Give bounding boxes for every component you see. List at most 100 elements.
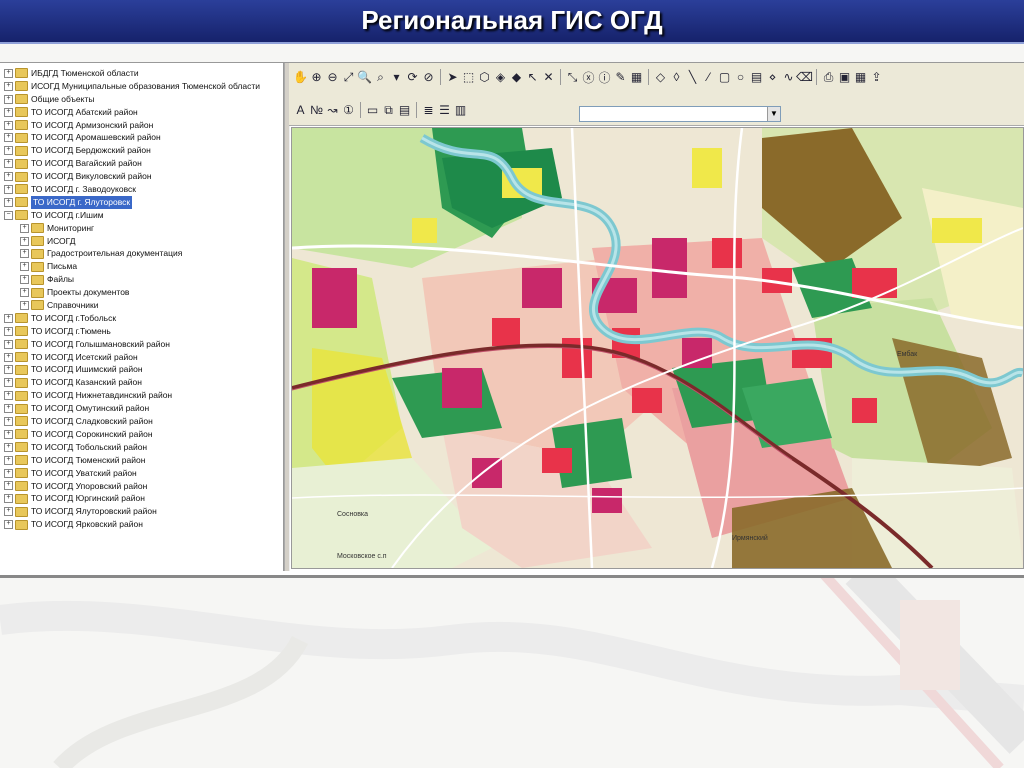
expand-icon[interactable]: + <box>20 249 29 259</box>
tree-node[interactable]: + Общие объекты <box>0 93 283 106</box>
expand-icon[interactable]: + <box>4 172 13 182</box>
tree-node[interactable]: + ТО ИСОГД Ялуторовский район <box>0 505 283 518</box>
info-icon[interactable]: ⓘ <box>597 70 612 85</box>
expand-icon[interactable]: + <box>4 81 13 91</box>
layer-tree-panel[interactable]: + ИБДГД Тюменской области + ИСОГД Муниципал… <box>0 63 284 571</box>
expand-icon[interactable]: + <box>20 288 29 298</box>
tree-node[interactable]: + ТО ИСОГД Исетский район <box>0 351 283 364</box>
refresh-icon[interactable]: ⟳ <box>405 70 420 85</box>
tree-node[interactable]: + ТО ИСОГД г. Ялуторовск <box>0 195 283 209</box>
select-arrow-icon[interactable]: ➤ <box>445 70 460 85</box>
tree-node[interactable]: + ТО ИСОГД Тобольский район <box>0 441 283 454</box>
panel-splitter[interactable] <box>284 63 290 571</box>
draw-slash-icon[interactable]: ⁄ <box>701 70 716 85</box>
tree-node[interactable]: + ИСОГД <box>0 235 283 248</box>
copy-icon[interactable]: ⧉ <box>381 103 396 118</box>
tree-node[interactable]: + ТО ИСОГД Юргинский район <box>0 492 283 505</box>
document-icon[interactable]: ▭ <box>365 103 380 118</box>
expand-icon[interactable]: + <box>4 468 13 478</box>
expand-icon[interactable]: + <box>4 429 13 439</box>
select-polygon-icon[interactable]: ⬡ <box>477 70 492 85</box>
tree-node[interactable]: + ТО ИСОГД Казанский район <box>0 376 283 389</box>
expand-icon[interactable]: + <box>20 275 29 285</box>
draw-vertex-icon[interactable]: ⋄ <box>765 70 780 85</box>
tree-node[interactable]: + ТО ИСОГД Армизонский район <box>0 119 283 132</box>
tree-node[interactable]: + Градостроительная документация <box>0 247 283 260</box>
expand-icon[interactable]: + <box>4 133 13 143</box>
zoom-out-icon[interactable]: ⊖ <box>325 70 340 85</box>
expand-icon[interactable]: + <box>4 455 13 465</box>
paste-icon[interactable]: ▤ <box>397 103 412 118</box>
draw-line-icon[interactable]: ╲ <box>685 70 700 85</box>
expand-icon[interactable]: + <box>4 68 13 78</box>
tree-node[interactable]: + Файлы <box>0 273 283 286</box>
draw-poly2-icon[interactable]: ◊ <box>669 70 684 85</box>
tree-node[interactable]: + ТО ИСОГД Сорокинский район <box>0 428 283 441</box>
map-canvas[interactable]: Ембак Московское с.п Сосновка Ирмянский <box>291 127 1024 569</box>
tree-node[interactable]: + Письма <box>0 260 283 273</box>
zoom-dropdown-icon[interactable]: ▾ <box>389 70 404 85</box>
draw-circle-icon[interactable]: ○ <box>733 70 748 85</box>
layer-combo-box[interactable]: ▼ <box>579 106 781 122</box>
table-icon[interactable]: ▦ <box>853 70 868 85</box>
draw-polygon-icon[interactable]: ◇ <box>653 70 668 85</box>
tree-node[interactable]: + ТО ИСОГД г.Тюмень <box>0 325 283 338</box>
export-icon[interactable]: ⇪ <box>869 70 884 85</box>
expand-icon[interactable]: + <box>4 442 13 452</box>
tree-node[interactable]: − ТО ИСОГД г.Ишим <box>0 209 283 222</box>
expand-icon[interactable]: + <box>4 352 13 362</box>
expand-icon[interactable]: + <box>4 313 13 323</box>
tree-node[interactable]: + ИСОГД Муниципальные образования Тюменск… <box>0 80 283 93</box>
tree-node[interactable]: + ТО ИСОГД Нижнетавдинский район <box>0 389 283 402</box>
select-by-icon[interactable]: ↖ <box>525 70 540 85</box>
expand-icon[interactable]: + <box>4 404 13 414</box>
expand-icon[interactable]: + <box>4 184 13 194</box>
zoom-extent-icon[interactable]: ⤢ <box>341 70 356 85</box>
expand-icon[interactable]: + <box>20 236 29 246</box>
tree-node[interactable]: + ТО ИСОГД Викуловский район <box>0 170 283 183</box>
measure-icon[interactable]: ⤡ <box>565 70 580 85</box>
expand-icon[interactable]: + <box>4 107 13 117</box>
tree-node[interactable]: + ТО ИСОГД Аромашевский район <box>0 131 283 144</box>
tree-node[interactable]: + Мониторинг <box>0 222 283 235</box>
select-clear-icon[interactable]: ✕ <box>541 70 556 85</box>
tree-node[interactable]: + ТО ИСОГД Голышмановский район <box>0 338 283 351</box>
tree-node[interactable]: + ТО ИСОГД г.Тобольск <box>0 312 283 325</box>
expand-icon[interactable]: + <box>4 159 13 169</box>
info-circle-icon[interactable]: ① <box>341 103 356 118</box>
expand-icon[interactable]: + <box>4 197 13 207</box>
tree-node[interactable]: + ТО ИСОГД Омутинский район <box>0 402 283 415</box>
route-icon[interactable]: ↝ <box>325 103 340 118</box>
scale-icon[interactable]: ▦ <box>629 70 644 85</box>
expand-icon[interactable]: + <box>4 481 13 491</box>
draw-grid-icon[interactable]: ▤ <box>749 70 764 85</box>
zoom-window-icon[interactable]: ⌕ <box>373 70 388 85</box>
tree-node[interactable]: + ТО ИСОГД Уватский район <box>0 467 283 480</box>
report-icon[interactable]: ☰ <box>437 103 452 118</box>
expand-icon[interactable]: + <box>4 391 13 401</box>
print-icon[interactable]: ⎙ <box>821 70 836 85</box>
tree-node[interactable]: + ТО ИСОГД Вагайский район <box>0 157 283 170</box>
expand-icon[interactable]: + <box>4 520 13 530</box>
zoom-select-icon[interactable]: 🔍 <box>357 70 372 85</box>
tree-node[interactable]: + ТО ИСОГД Ишимский район <box>0 363 283 376</box>
map-layers-icon[interactable]: ▣ <box>837 70 852 85</box>
stop-icon[interactable]: ⊘ <box>421 70 436 85</box>
expand-icon[interactable]: + <box>4 507 13 517</box>
expand-icon[interactable]: + <box>4 120 13 130</box>
tree-node[interactable]: + ТО ИСОГД Сладковский район <box>0 415 283 428</box>
draw-rect-icon[interactable]: ▢ <box>717 70 732 85</box>
tree-node[interactable]: + ТО ИСОГД г. Заводоуковск <box>0 183 283 196</box>
tree-node[interactable]: + ТО ИСОГД Бердюжский район <box>0 144 283 157</box>
tree-node[interactable]: + ТО ИСОГД Ярковский район <box>0 518 283 531</box>
expand-icon[interactable]: + <box>4 378 13 388</box>
expand-icon[interactable]: + <box>4 146 13 156</box>
expand-icon[interactable]: + <box>4 326 13 336</box>
number-icon[interactable]: № <box>309 103 324 118</box>
collapse-icon[interactable]: − <box>4 210 13 220</box>
legend-icon[interactable]: ≣ <box>421 103 436 118</box>
select-point-icon[interactable]: ◆ <box>509 70 524 85</box>
chart-icon[interactable]: ▥ <box>453 103 468 118</box>
tree-node[interactable]: + Справочники <box>0 299 283 312</box>
draw-curve-icon[interactable]: ∿ <box>781 70 796 85</box>
